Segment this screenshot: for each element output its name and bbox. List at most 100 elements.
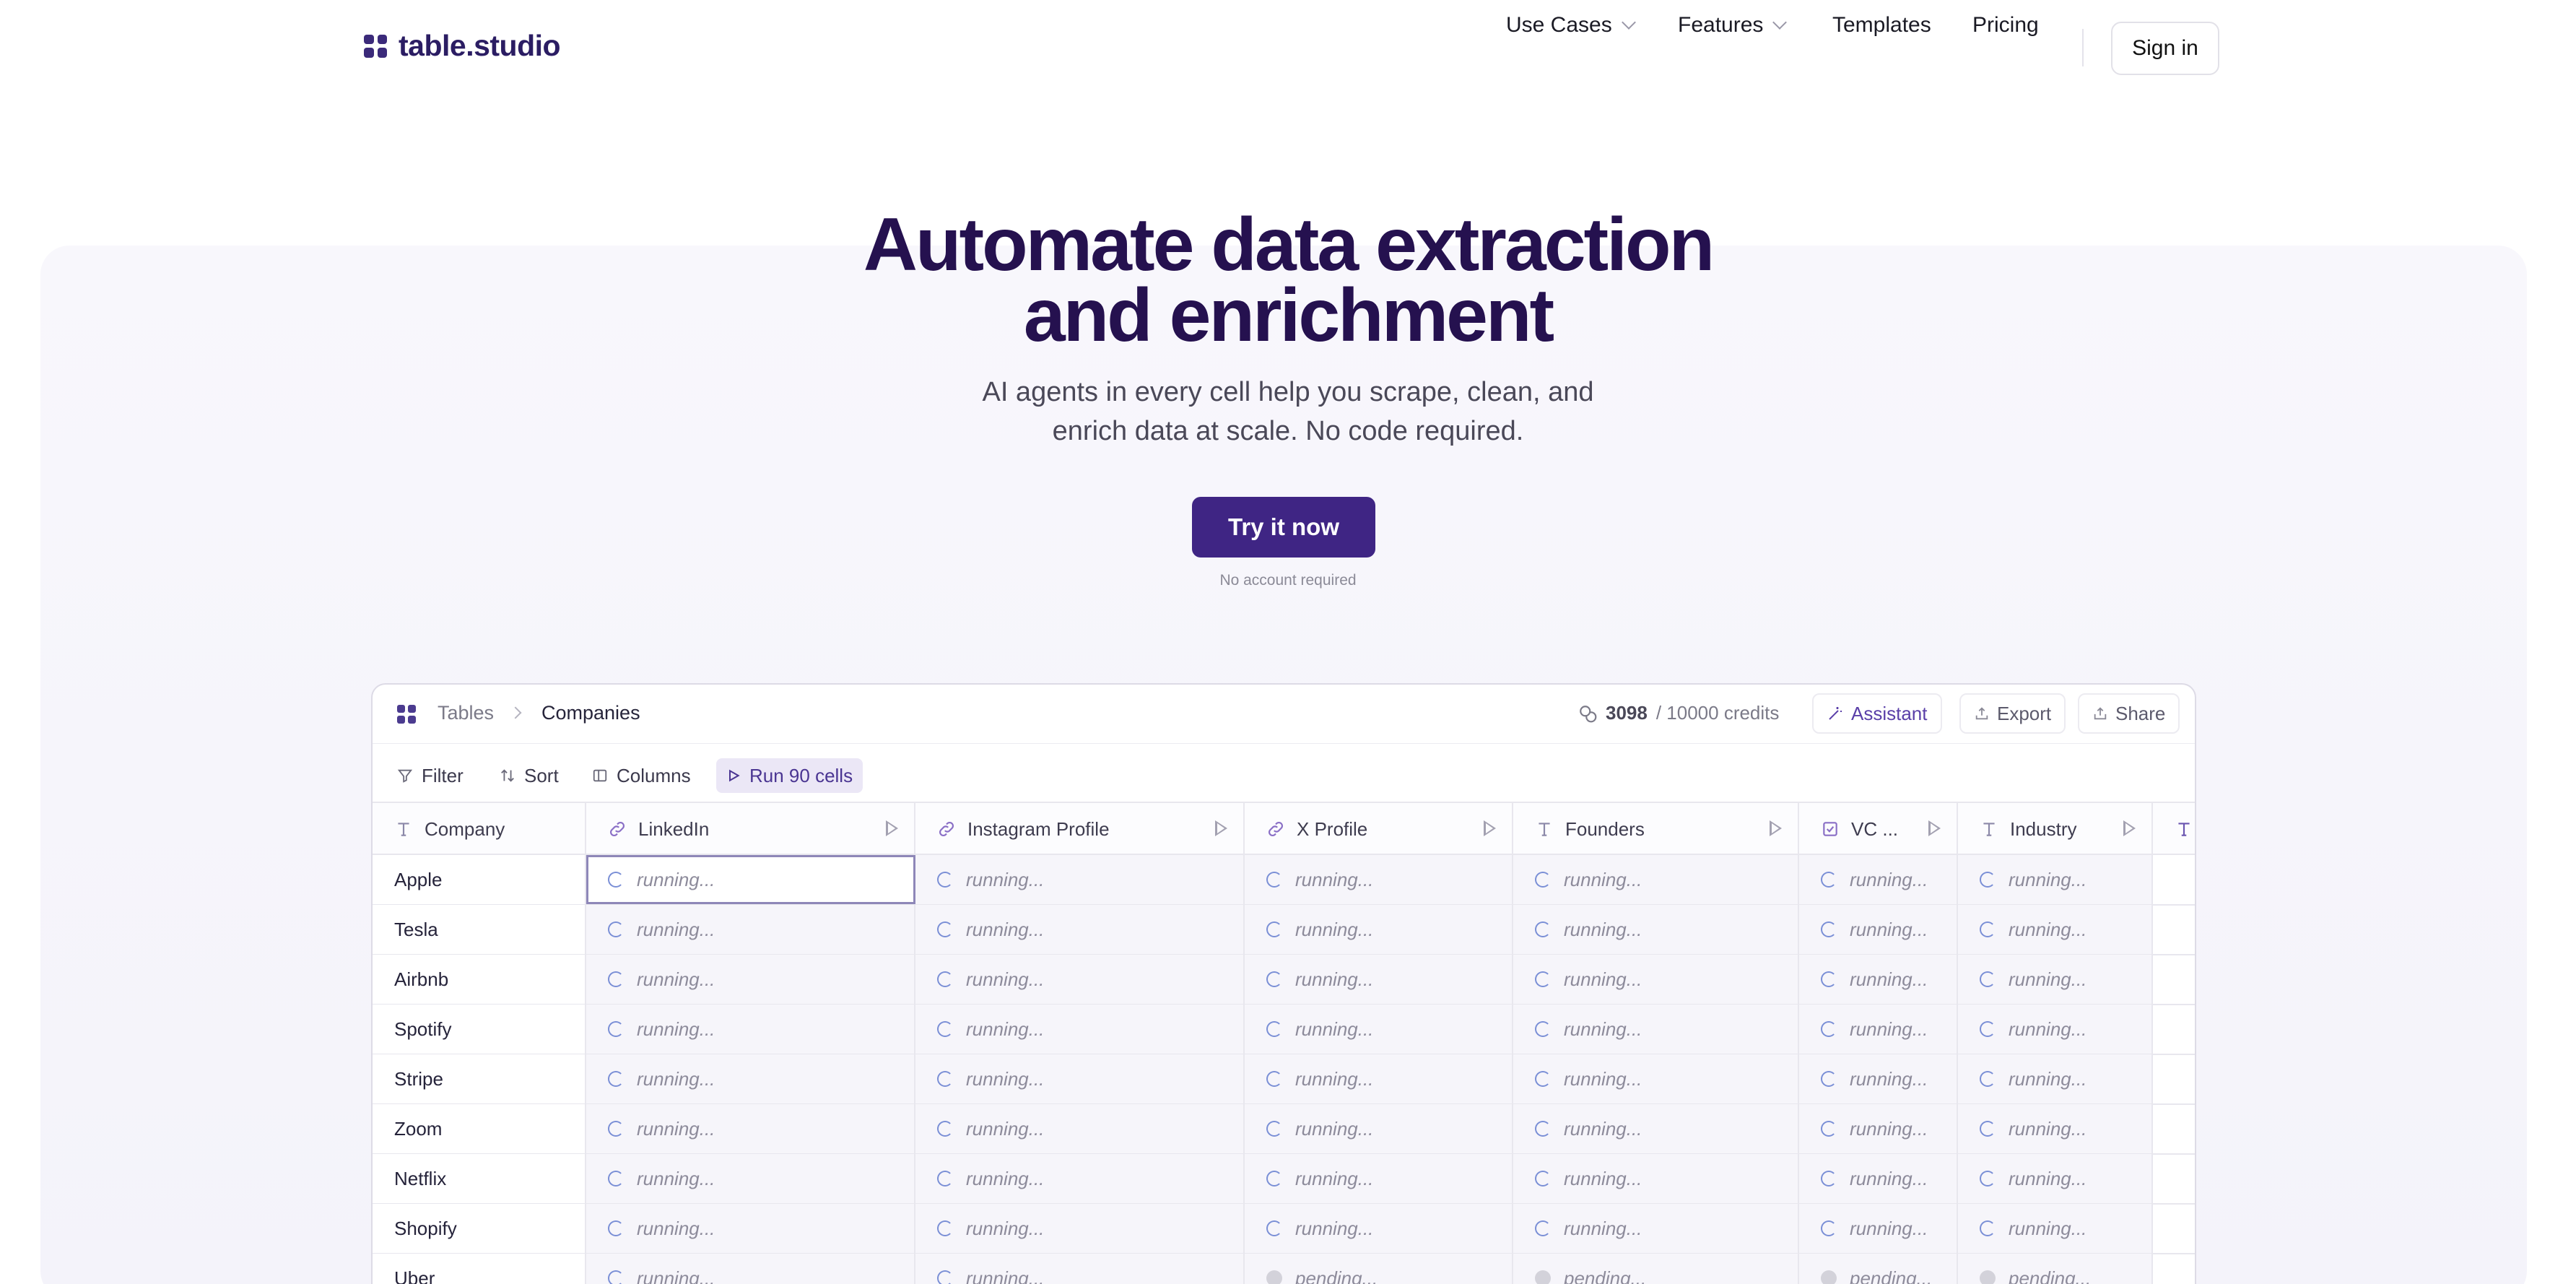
status-cell[interactable]: running...	[586, 1204, 915, 1253]
tables-grid-icon[interactable]	[397, 705, 416, 724]
company-cell[interactable]: Uber	[373, 1254, 586, 1284]
run-column-icon[interactable]	[886, 820, 898, 836]
status-cell[interactable]: running...	[1513, 1054, 1799, 1103]
column-header-partial[interactable]	[2153, 803, 2195, 855]
table-row[interactable]: Shopify running... running... running... run…	[373, 1204, 2195, 1254]
status-cell[interactable]: running...	[1245, 1005, 1513, 1054]
company-cell[interactable]: Zoom	[373, 1104, 586, 1153]
sign-in-button[interactable]: Sign in	[2111, 22, 2219, 75]
status-cell[interactable]: running...	[1799, 905, 1958, 954]
run-column-icon[interactable]	[2123, 820, 2136, 836]
run-column-icon[interactable]	[1484, 820, 1496, 836]
status-cell[interactable]: running...	[1513, 955, 1799, 1004]
nav-templates[interactable]: Templates	[1832, 13, 1931, 38]
table-row[interactable]: Spotify running... running... running... run…	[373, 1005, 2195, 1055]
status-cell[interactable]: running...	[1513, 905, 1799, 954]
company-cell[interactable]: Apple	[373, 855, 586, 904]
status-cell[interactable]: running...	[1799, 1154, 1958, 1203]
nav-pricing[interactable]: Pricing	[1972, 13, 2039, 38]
status-cell[interactable]: running...	[586, 955, 915, 1004]
status-cell[interactable]: running...	[915, 1005, 1245, 1054]
status-cell[interactable]: running...	[1799, 1054, 1958, 1103]
table-row[interactable]: Zoom running... running... running... runnin…	[373, 1104, 2195, 1155]
status-cell[interactable]: running...	[1799, 855, 1958, 904]
table-row[interactable]: Uber running... running... pending... pendin…	[373, 1254, 2195, 1284]
status-cell[interactable]: running...	[915, 1104, 1245, 1153]
status-cell[interactable]: running...	[1799, 1104, 1958, 1153]
table-row[interactable]: Netflix running... running... running... run…	[373, 1154, 2195, 1205]
status-cell[interactable]: running...	[1958, 955, 2153, 1004]
company-cell[interactable]: Shopify	[373, 1204, 586, 1253]
status-cell[interactable]: running...	[1958, 1005, 2153, 1054]
status-cell[interactable]: running...	[586, 1254, 915, 1284]
column-header[interactable]: Instagram Profile	[915, 803, 1245, 855]
company-cell[interactable]: Stripe	[373, 1054, 586, 1103]
share-button[interactable]: Share	[2078, 693, 2180, 734]
status-cell[interactable]: pending...	[1958, 1254, 2153, 1284]
status-cell[interactable]: running...	[915, 1054, 1245, 1103]
status-cell[interactable]: running...	[915, 955, 1245, 1004]
status-cell[interactable]: running...	[915, 1204, 1245, 1253]
status-cell[interactable]: running...	[586, 1054, 915, 1103]
status-cell[interactable]: running...	[1958, 855, 2153, 904]
status-cell[interactable]: running...	[1245, 1054, 1513, 1103]
table-row[interactable]: Apple running... running... running... runni…	[373, 855, 2195, 906]
column-header[interactable]: VC ...	[1799, 803, 1958, 855]
status-cell[interactable]: running...	[586, 1154, 915, 1203]
run-column-icon[interactable]	[1215, 820, 1227, 836]
column-header[interactable]: Company	[373, 803, 586, 855]
table-row[interactable]: Tesla running... running... running... runni…	[373, 905, 2195, 955]
assistant-button[interactable]: Assistant	[1812, 693, 1942, 734]
run-column-icon[interactable]	[1928, 820, 1941, 836]
table-row[interactable]: Airbnb running... running... running... runn…	[373, 955, 2195, 1005]
status-cell[interactable]: running...	[1245, 1154, 1513, 1203]
status-cell[interactable]: running...	[1799, 1204, 1958, 1253]
status-cell[interactable]: running...	[1958, 1154, 2153, 1203]
column-header[interactable]: LinkedIn	[586, 803, 915, 855]
status-cell[interactable]: running...	[586, 1005, 915, 1054]
nav-features[interactable]: Features	[1678, 13, 1788, 38]
columns-button[interactable]: Columns	[582, 758, 701, 793]
table-row[interactable]: Stripe running... running... running... runn…	[373, 1054, 2195, 1105]
status-cell[interactable]: running...	[1513, 1104, 1799, 1153]
status-cell[interactable]: running...	[1245, 1204, 1513, 1253]
status-cell[interactable]: running...	[586, 905, 915, 954]
status-cell[interactable]: pending...	[1799, 1254, 1958, 1284]
company-cell[interactable]: Spotify	[373, 1005, 586, 1054]
status-cell[interactable]: running...	[1958, 1054, 2153, 1103]
column-header[interactable]: X Profile	[1245, 803, 1513, 855]
status-cell[interactable]: running...	[915, 855, 1245, 904]
nav-use-cases[interactable]: Use Cases	[1506, 13, 1636, 38]
status-cell[interactable]: running...	[1245, 905, 1513, 954]
status-cell[interactable]: pending...	[1513, 1254, 1799, 1284]
status-cell[interactable]: running...	[586, 855, 915, 904]
company-cell[interactable]: Netflix	[373, 1154, 586, 1203]
filter-button[interactable]: Filter	[387, 758, 474, 793]
run-column-icon[interactable]	[1770, 820, 1782, 836]
company-cell[interactable]: Tesla	[373, 905, 586, 954]
status-cell[interactable]: running...	[586, 1104, 915, 1153]
run-cells-button[interactable]: Run 90 cells	[716, 758, 863, 793]
status-cell[interactable]: running...	[1799, 1005, 1958, 1054]
status-cell[interactable]: running...	[1245, 855, 1513, 904]
status-cell[interactable]: running...	[1958, 1204, 2153, 1253]
status-cell[interactable]: pending...	[1245, 1254, 1513, 1284]
try-it-now-button[interactable]: Try it now	[1192, 497, 1375, 558]
export-button[interactable]: Export	[1959, 693, 2066, 734]
status-cell[interactable]: running...	[1513, 1154, 1799, 1203]
status-cell[interactable]: running...	[915, 905, 1245, 954]
sort-button[interactable]: Sort	[489, 758, 569, 793]
status-cell[interactable]: running...	[1958, 905, 2153, 954]
brand-logo[interactable]: table.studio	[364, 29, 561, 63]
status-cell[interactable]: running...	[1513, 855, 1799, 904]
column-header[interactable]: Industry	[1958, 803, 2153, 855]
status-cell[interactable]: running...	[1513, 1005, 1799, 1054]
column-header[interactable]: Founders	[1513, 803, 1799, 855]
status-cell[interactable]: running...	[1799, 955, 1958, 1004]
breadcrumb-tables[interactable]: Tables	[438, 702, 494, 724]
status-cell[interactable]: running...	[1513, 1204, 1799, 1253]
status-cell[interactable]: running...	[1958, 1104, 2153, 1153]
status-cell[interactable]: running...	[1245, 955, 1513, 1004]
status-cell[interactable]: running...	[1245, 1104, 1513, 1153]
status-cell[interactable]: running...	[915, 1154, 1245, 1203]
